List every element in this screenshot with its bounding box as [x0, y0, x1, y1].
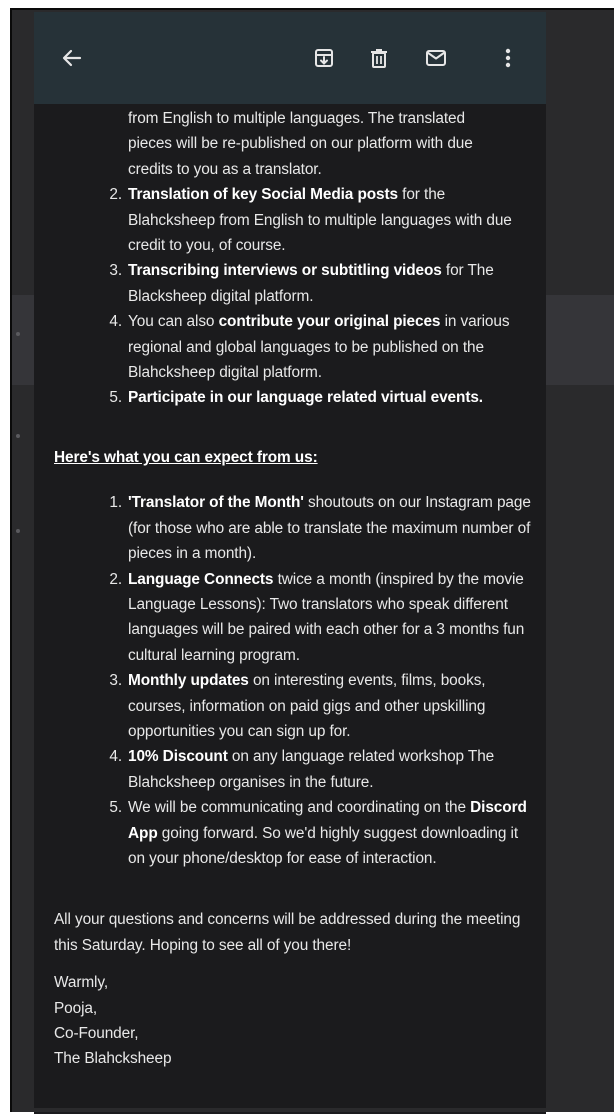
list-item: 4. 10% Discount on any language related … — [104, 744, 534, 795]
back-button[interactable] — [54, 40, 90, 76]
background-marker — [16, 529, 20, 533]
signature-line: Warmly, — [54, 974, 109, 992]
item-number: 3. — [109, 672, 122, 690]
email-body: from English to multiple languages. The … — [54, 104, 534, 1072]
panel-bottom-edge — [34, 1108, 546, 1112]
item-text: We will be communicating and coordinatin… — [128, 795, 534, 871]
item-bold: 10% Discount — [128, 748, 228, 766]
delete-button[interactable] — [361, 40, 397, 76]
item-bold: Language Connects — [128, 570, 274, 588]
list-item: 2. Translation of key Social Media posts… — [104, 182, 534, 258]
signature-line: Pooja, — [54, 999, 98, 1017]
item-text: Language Connects twice a month (inspire… — [128, 567, 534, 669]
email-toolbar — [34, 12, 546, 104]
intro-line: from English to multiple languages. The … — [128, 110, 465, 127]
background-list-row — [546, 295, 614, 385]
item-bold: Monthly updates — [128, 672, 249, 690]
item-number: 3. — [109, 262, 122, 280]
item-number: 2. — [109, 186, 122, 204]
trash-icon — [371, 49, 387, 68]
list-item: 1. 'Translator of the Month' shoutouts o… — [104, 490, 534, 566]
item-text: You can also contribute your original pi… — [128, 309, 534, 385]
item-pre: You can also — [128, 313, 219, 331]
item-text: Transcribing interviews or subtitling vi… — [128, 258, 534, 309]
more-options-button[interactable] — [490, 40, 526, 76]
email-view: from English to multiple languages. The … — [34, 12, 546, 1114]
intro-line: credits to you as a translator. — [128, 160, 322, 178]
item-text: Participate in our language related virt… — [128, 385, 534, 410]
mail-icon — [426, 50, 446, 66]
list-item: 4. You can also contribute your original… — [104, 309, 534, 385]
item-pre: We will be communicating and coordinatin… — [128, 799, 471, 817]
intro-item-continuation: from English to multiple languages. The … — [54, 106, 534, 182]
archive-icon — [315, 49, 333, 67]
closing-paragraph: All your questions and concerns will be … — [54, 911, 521, 954]
item-text: 'Translator of the Month' shoutouts on o… — [128, 490, 534, 566]
archive-button[interactable] — [306, 40, 342, 76]
expect-list: 1. 'Translator of the Month' shoutouts o… — [54, 490, 534, 871]
item-bold: Translation of key Social Media posts — [128, 186, 398, 204]
item-rest: going forward. So we'd highly suggest do… — [128, 824, 519, 867]
item-number: 2. — [109, 570, 122, 588]
background-list-row — [12, 295, 34, 385]
item-number: 5. — [109, 799, 122, 817]
item-number: 4. — [109, 313, 122, 331]
more-vertical-icon — [505, 48, 511, 68]
app-frame: from English to multiple languages. The … — [10, 8, 614, 1114]
list-item: 3. Monthly updates on interesting events… — [104, 668, 534, 744]
item-text: Translation of key Social Media posts fo… — [128, 182, 534, 258]
item-number: 5. — [109, 389, 122, 407]
item-number: 1. — [109, 494, 122, 512]
item-bold: Participate in our language related virt… — [128, 389, 483, 407]
list-item: 5. Participate in our language related v… — [104, 385, 534, 410]
expect-heading: Here's what you can expect from us: — [54, 448, 318, 466]
signature-line: The Blahcksheep — [54, 1050, 172, 1068]
item-text: Monthly updates on interesting events, f… — [128, 668, 534, 744]
signature: Warmly, Pooja, Co-Founder, The Blahckshe… — [54, 970, 534, 1072]
list-item: 5. We will be communicating and coordina… — [104, 795, 534, 871]
background-marker — [16, 332, 20, 336]
mark-unread-button[interactable] — [418, 40, 454, 76]
background-marker — [16, 434, 20, 438]
back-arrow-icon — [62, 49, 82, 67]
item-bold: contribute your original pieces — [218, 313, 441, 331]
offer-list: 2. Translation of key Social Media posts… — [54, 182, 534, 411]
intro-line: pieces will be re-published on our platf… — [128, 135, 473, 153]
item-text: 10% Discount on any language related wor… — [128, 744, 534, 795]
list-item: 2. Language Connects twice a month (insp… — [104, 567, 534, 669]
item-bold: Transcribing interviews or subtitling vi… — [128, 262, 442, 280]
list-item: 3. Transcribing interviews or subtitling… — [104, 258, 534, 309]
item-bold: 'Translator of the Month' — [128, 494, 304, 512]
item-number: 4. — [109, 748, 122, 766]
signature-line: Co-Founder, — [54, 1025, 139, 1042]
